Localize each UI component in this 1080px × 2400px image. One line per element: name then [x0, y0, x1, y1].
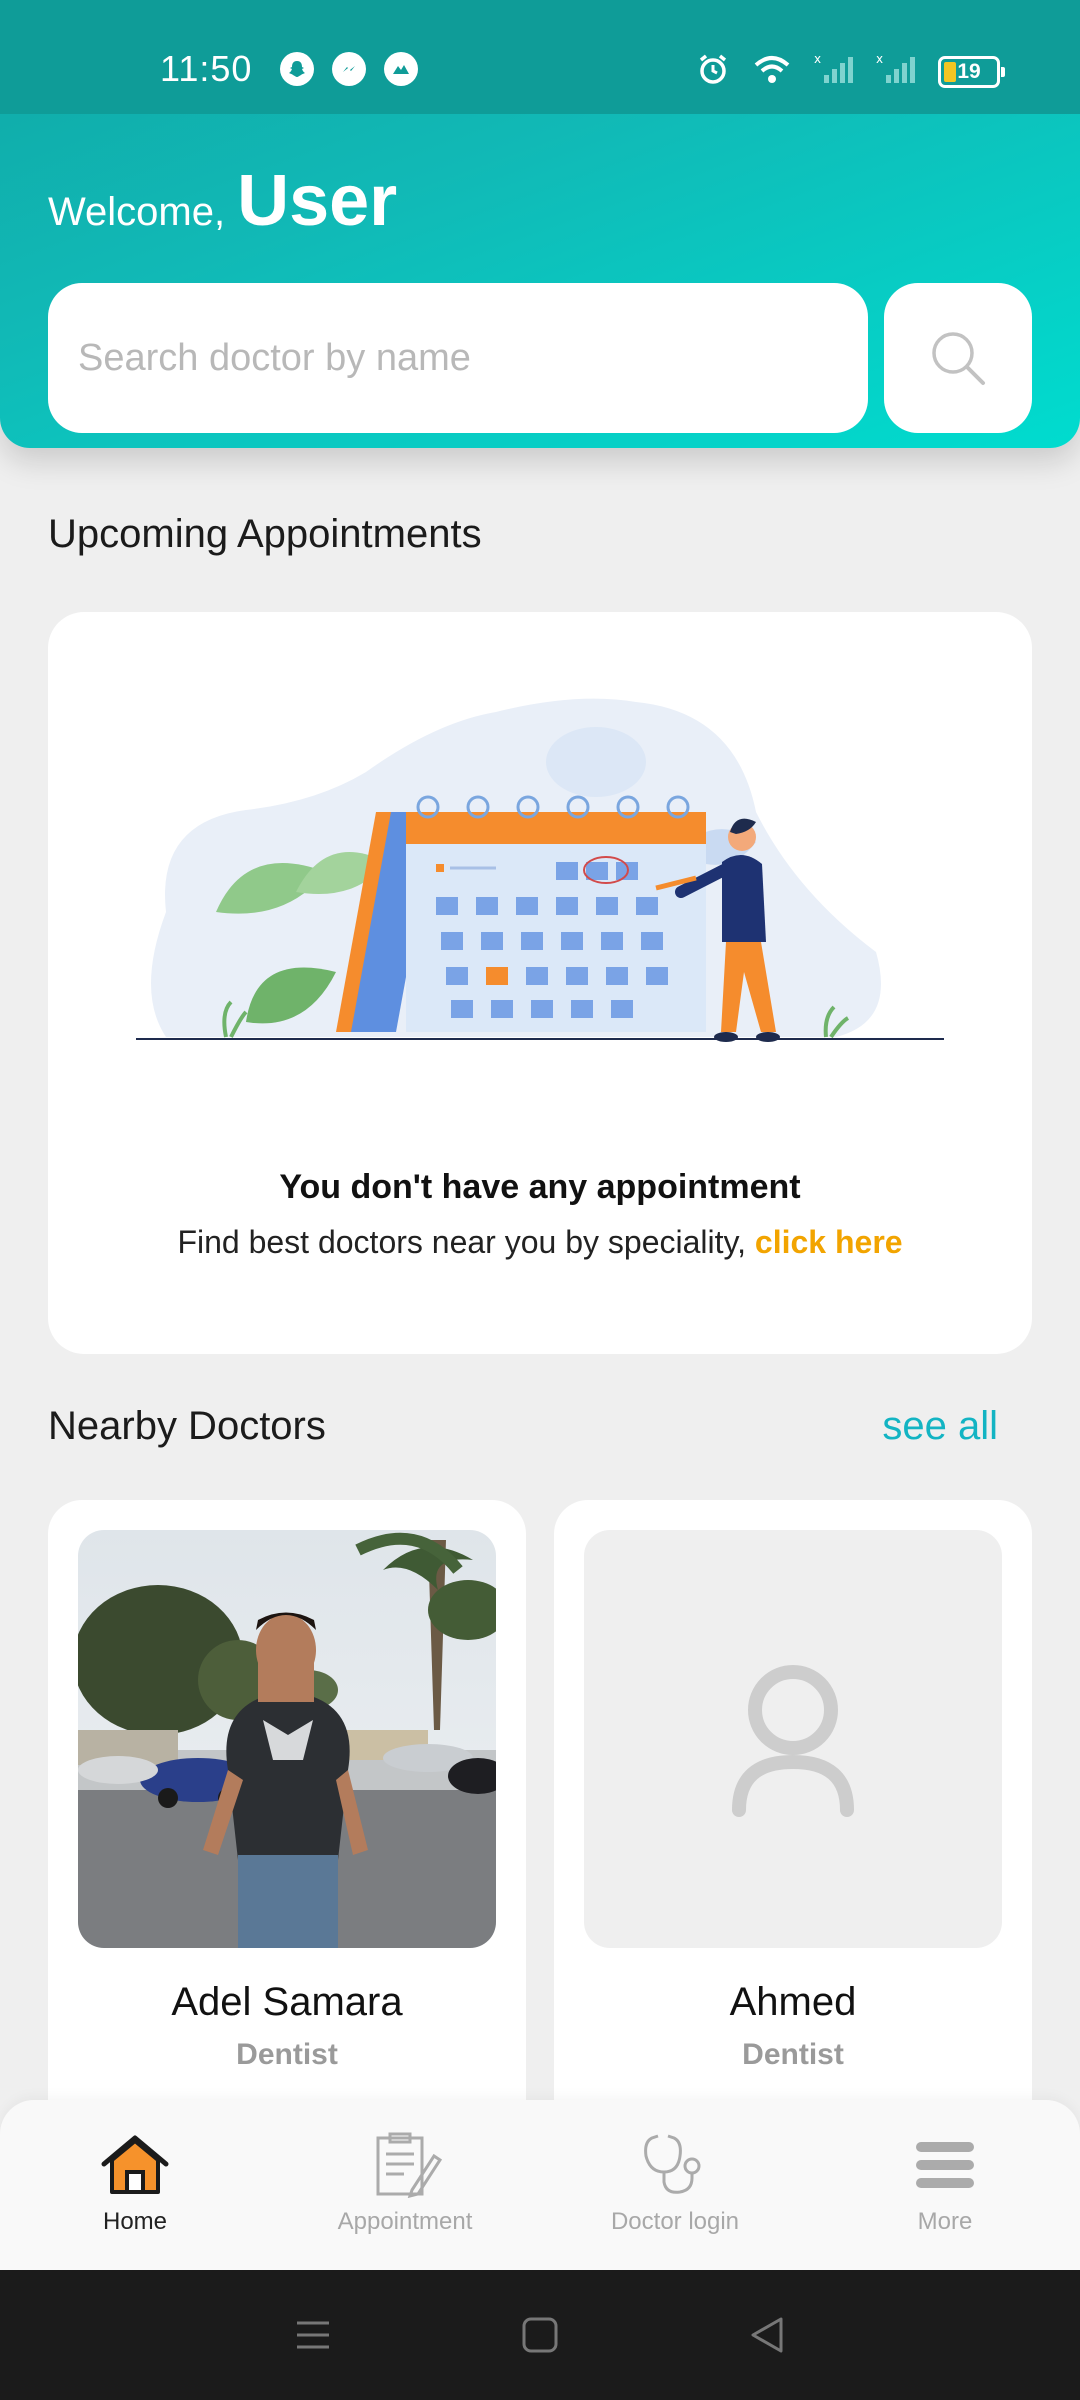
- signal-2-icon: x: [876, 52, 916, 90]
- nav-doctor-login[interactable]: Doctor login: [540, 2100, 810, 2270]
- wifi-icon: [752, 53, 792, 90]
- battery-icon: 19: [938, 55, 1005, 88]
- back-icon[interactable]: [747, 2315, 787, 2355]
- see-all-link[interactable]: see all: [882, 1404, 998, 1449]
- home-button-icon[interactable]: [520, 2315, 560, 2355]
- nearby-doctors-title: Nearby Doctors: [48, 1404, 326, 1448]
- click-here-link[interactable]: click here: [755, 1224, 903, 1260]
- search-icon: [932, 332, 985, 385]
- nav-appointment-label: Appointment: [337, 2208, 473, 2235]
- calendar-illustration: [136, 698, 944, 1042]
- doctor-card[interactable]: Adel Samara Dentist: [48, 1500, 526, 2140]
- nav-home-label: Home: [102, 2208, 168, 2235]
- appointment-card: You don't have any appointment Find best…: [48, 612, 1032, 1354]
- header: 11:50 x x 19 Welcome, User Search doctor…: [0, 0, 1080, 448]
- doctor-speciality: Dentist: [236, 2038, 338, 2071]
- welcome-heading: Welcome, User: [48, 160, 397, 242]
- nav-more-label: More: [917, 2208, 973, 2235]
- menu-icon: [916, 2142, 974, 2188]
- empty-appointment-title: You don't have any appointment: [279, 1168, 801, 1206]
- status-bar: 11:50 x x 19: [0, 0, 1080, 114]
- nav-doctor-login-label: Doctor login: [610, 2208, 740, 2235]
- snapchat-icon: [280, 52, 314, 86]
- empty-appointment-text: Find best doctors near you by speciality…: [177, 1224, 747, 1260]
- user-placeholder-icon: [732, 1665, 854, 1817]
- nav-appointment[interactable]: Appointment: [270, 2100, 540, 2270]
- battery-level: 19: [957, 59, 981, 83]
- search-button[interactable]: [884, 283, 1032, 433]
- system-navigation-bar: [0, 2270, 1080, 2400]
- doctor-name: Adel Samara: [171, 1980, 403, 2024]
- signal-1-icon: x: [814, 52, 854, 90]
- empty-appointment-subtitle: Find best doctors near you by speciality…: [48, 1224, 1032, 1261]
- welcome-text: Welcome,: [48, 190, 226, 234]
- doctor-card[interactable]: Ahmed Dentist: [554, 1500, 1032, 2140]
- doctor-photo: [78, 1530, 496, 1948]
- svg-text:x: x: [876, 53, 883, 66]
- nav-home[interactable]: Home: [0, 2100, 270, 2270]
- doctor-name: Ahmed: [729, 1980, 857, 2024]
- app-icon: [384, 52, 418, 86]
- nav-more[interactable]: More: [810, 2100, 1080, 2270]
- recents-icon[interactable]: [293, 2315, 333, 2355]
- alarm-icon: [696, 52, 730, 91]
- doctor-photo-placeholder: [584, 1530, 1002, 1948]
- user-name: User: [237, 161, 398, 241]
- bottom-navigation: Home Appointment Doctor login More: [0, 2100, 1080, 2270]
- messenger-icon: [332, 52, 366, 86]
- svg-text:x: x: [814, 53, 821, 66]
- appointments-title: Upcoming Appointments: [48, 512, 482, 556]
- search-box[interactable]: [48, 283, 868, 433]
- doctor-speciality: Dentist: [742, 2038, 844, 2071]
- clipboard-icon: [376, 2132, 442, 2198]
- search-input[interactable]: [78, 336, 818, 380]
- stethoscope-icon: [644, 2134, 701, 2194]
- home-icon: [101, 2135, 169, 2194]
- status-time: 11:50: [160, 48, 253, 89]
